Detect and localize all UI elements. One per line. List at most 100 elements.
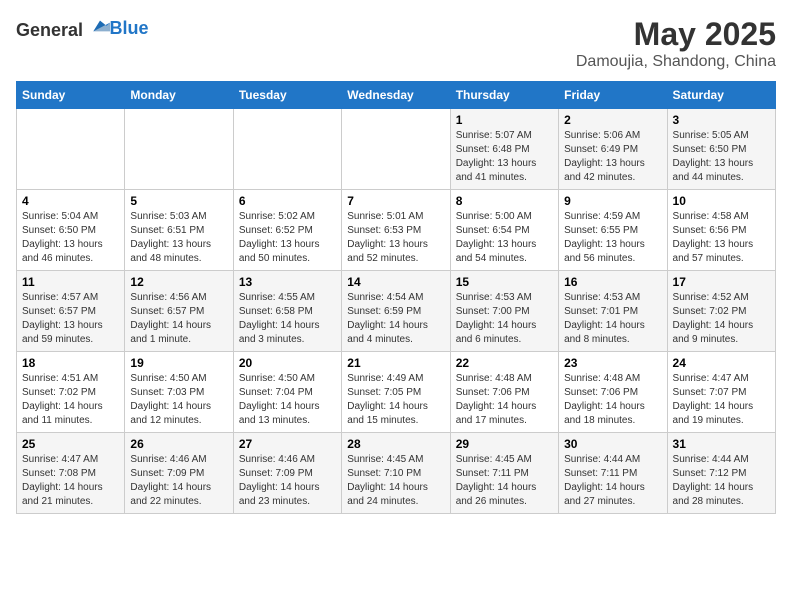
calendar-cell: 1Sunrise: 5:07 AM Sunset: 6:48 PM Daylig… [450, 109, 558, 190]
header-day-sunday: Sunday [17, 82, 125, 109]
day-info: Sunrise: 5:03 AM Sunset: 6:51 PM Dayligh… [130, 210, 227, 266]
day-info: Sunrise: 4:47 AM Sunset: 7:08 PM Dayligh… [22, 453, 119, 509]
day-info: Sunrise: 5:05 AM Sunset: 6:50 PM Dayligh… [673, 129, 770, 185]
day-info: Sunrise: 4:55 AM Sunset: 6:58 PM Dayligh… [239, 291, 336, 347]
day-info: Sunrise: 4:47 AM Sunset: 7:07 PM Dayligh… [673, 372, 770, 428]
week-row-4: 18 Sunrise: 4:51 AM Sunset: 7:02 PM Dayli… [17, 352, 776, 433]
calendar-header-row: SundayMondayTuesdayWednesdayThursdayFrid… [17, 82, 776, 109]
calendar-cell [125, 109, 233, 190]
calendar-cell: 12 Sunrise: 4:56 AM Sunset: 6:57 PM Dayli… [125, 271, 233, 352]
day-info: Sunrise: 4:57 AM Sunset: 6:57 PM Dayligh… [22, 291, 119, 347]
calendar-cell: 25Sunrise: 4:47 AM Sunset: 7:08 PM Dayli… [17, 433, 125, 514]
calendar-cell: 18 Sunrise: 4:51 AM Sunset: 7:02 PM Dayli… [17, 352, 125, 433]
calendar-cell: 2 Sunrise: 5:06 AM Sunset: 6:49 PM Daylig… [559, 109, 667, 190]
day-number: 15 [456, 275, 553, 289]
day-info: Sunrise: 4:45 AM Sunset: 7:11 PM Dayligh… [456, 453, 553, 509]
header-day-wednesday: Wednesday [342, 82, 450, 109]
day-number: 9 [564, 194, 661, 208]
week-row-1: 1Sunrise: 5:07 AM Sunset: 6:48 PM Daylig… [17, 109, 776, 190]
day-number: 12 [130, 275, 227, 289]
calendar-cell: 28 Sunrise: 4:45 AM Sunset: 7:10 PM Dayli… [342, 433, 450, 514]
day-info: Sunrise: 4:52 AM Sunset: 7:02 PM Dayligh… [673, 291, 770, 347]
day-number: 18 [22, 356, 119, 370]
month-title: May 2025 [576, 16, 776, 53]
day-info: Sunrise: 4:46 AM Sunset: 7:09 PM Dayligh… [130, 453, 227, 509]
calendar-cell: 22Sunrise: 4:48 AM Sunset: 7:06 PM Dayli… [450, 352, 558, 433]
day-number: 28 [347, 437, 444, 451]
day-number: 14 [347, 275, 444, 289]
title-block: May 2025 Damoujia, Shandong, China [576, 16, 776, 71]
day-info: Sunrise: 4:53 AM Sunset: 7:00 PM Dayligh… [456, 291, 553, 347]
day-info: Sunrise: 4:56 AM Sunset: 6:57 PM Dayligh… [130, 291, 227, 347]
calendar-cell: 24 Sunrise: 4:47 AM Sunset: 7:07 PM Dayli… [667, 352, 775, 433]
calendar-cell: 9 Sunrise: 4:59 AM Sunset: 6:55 PM Daylig… [559, 190, 667, 271]
header-day-thursday: Thursday [450, 82, 558, 109]
day-info: Sunrise: 4:44 AM Sunset: 7:12 PM Dayligh… [673, 453, 770, 509]
calendar-cell [233, 109, 341, 190]
day-info: Sunrise: 5:02 AM Sunset: 6:52 PM Dayligh… [239, 210, 336, 266]
header-day-friday: Friday [559, 82, 667, 109]
calendar-cell: 6 Sunrise: 5:02 AM Sunset: 6:52 PM Daylig… [233, 190, 341, 271]
calendar-cell: 8 Sunrise: 5:00 AM Sunset: 6:54 PM Daylig… [450, 190, 558, 271]
day-number: 1 [456, 113, 553, 127]
day-number: 11 [22, 275, 119, 289]
week-row-3: 11 Sunrise: 4:57 AM Sunset: 6:57 PM Dayli… [17, 271, 776, 352]
day-number: 24 [673, 356, 770, 370]
week-row-2: 4 Sunrise: 5:04 AM Sunset: 6:50 PM Daylig… [17, 190, 776, 271]
day-number: 26 [130, 437, 227, 451]
day-number: 13 [239, 275, 336, 289]
calendar-cell: 20 Sunrise: 4:50 AM Sunset: 7:04 PM Dayli… [233, 352, 341, 433]
day-info: Sunrise: 4:53 AM Sunset: 7:01 PM Dayligh… [564, 291, 661, 347]
day-info: Sunrise: 4:46 AM Sunset: 7:09 PM Dayligh… [239, 453, 336, 509]
calendar-cell: 26 Sunrise: 4:46 AM Sunset: 7:09 PM Dayli… [125, 433, 233, 514]
day-info: Sunrise: 4:59 AM Sunset: 6:55 PM Dayligh… [564, 210, 661, 266]
day-number: 10 [673, 194, 770, 208]
day-number: 3 [673, 113, 770, 127]
calendar-cell [342, 109, 450, 190]
calendar-cell: 13 Sunrise: 4:55 AM Sunset: 6:58 PM Dayli… [233, 271, 341, 352]
logo-icon [90, 16, 110, 36]
day-info: Sunrise: 5:06 AM Sunset: 6:49 PM Dayligh… [564, 129, 661, 185]
calendar-cell: 17 Sunrise: 4:52 AM Sunset: 7:02 PM Dayli… [667, 271, 775, 352]
header: General Blue May 2025 Damoujia, Shandong… [16, 16, 776, 71]
calendar-cell: 11 Sunrise: 4:57 AM Sunset: 6:57 PM Dayli… [17, 271, 125, 352]
calendar-cell: 19Sunrise: 4:50 AM Sunset: 7:03 PM Dayli… [125, 352, 233, 433]
calendar-cell: 10 Sunrise: 4:58 AM Sunset: 6:56 PM Dayli… [667, 190, 775, 271]
calendar-cell: 3 Sunrise: 5:05 AM Sunset: 6:50 PM Daylig… [667, 109, 775, 190]
day-info: Sunrise: 5:00 AM Sunset: 6:54 PM Dayligh… [456, 210, 553, 266]
day-number: 6 [239, 194, 336, 208]
day-info: Sunrise: 4:48 AM Sunset: 7:06 PM Dayligh… [564, 372, 661, 428]
day-number: 2 [564, 113, 661, 127]
calendar-cell: 14 Sunrise: 4:54 AM Sunset: 6:59 PM Dayli… [342, 271, 450, 352]
day-number: 21 [347, 356, 444, 370]
day-info: Sunrise: 4:50 AM Sunset: 7:04 PM Dayligh… [239, 372, 336, 428]
day-info: Sunrise: 4:58 AM Sunset: 6:56 PM Dayligh… [673, 210, 770, 266]
day-info: Sunrise: 4:45 AM Sunset: 7:10 PM Dayligh… [347, 453, 444, 509]
day-number: 31 [673, 437, 770, 451]
day-info: Sunrise: 4:44 AM Sunset: 7:11 PM Dayligh… [564, 453, 661, 509]
calendar-table: SundayMondayTuesdayWednesdayThursdayFrid… [16, 81, 776, 514]
calendar-cell: 15 Sunrise: 4:53 AM Sunset: 7:00 PM Dayli… [450, 271, 558, 352]
calendar-cell: 4 Sunrise: 5:04 AM Sunset: 6:50 PM Daylig… [17, 190, 125, 271]
day-info: Sunrise: 5:04 AM Sunset: 6:50 PM Dayligh… [22, 210, 119, 266]
day-info: Sunrise: 4:49 AM Sunset: 7:05 PM Dayligh… [347, 372, 444, 428]
day-number: 8 [456, 194, 553, 208]
calendar-cell [17, 109, 125, 190]
day-number: 17 [673, 275, 770, 289]
day-info: Sunrise: 4:51 AM Sunset: 7:02 PM Dayligh… [22, 372, 119, 428]
day-number: 22 [456, 356, 553, 370]
calendar-cell: 7Sunrise: 5:01 AM Sunset: 6:53 PM Daylig… [342, 190, 450, 271]
logo: General Blue [16, 16, 149, 41]
day-number: 7 [347, 194, 444, 208]
calendar-cell: 27Sunrise: 4:46 AM Sunset: 7:09 PM Dayli… [233, 433, 341, 514]
day-number: 20 [239, 356, 336, 370]
day-info: Sunrise: 4:54 AM Sunset: 6:59 PM Dayligh… [347, 291, 444, 347]
day-number: 4 [22, 194, 119, 208]
day-number: 29 [456, 437, 553, 451]
day-number: 19 [130, 356, 227, 370]
header-day-monday: Monday [125, 82, 233, 109]
week-row-5: 25Sunrise: 4:47 AM Sunset: 7:08 PM Dayli… [17, 433, 776, 514]
location-title: Damoujia, Shandong, China [576, 53, 776, 71]
calendar-cell: 16Sunrise: 4:53 AM Sunset: 7:01 PM Dayli… [559, 271, 667, 352]
logo-blue-text: Blue [110, 18, 149, 38]
